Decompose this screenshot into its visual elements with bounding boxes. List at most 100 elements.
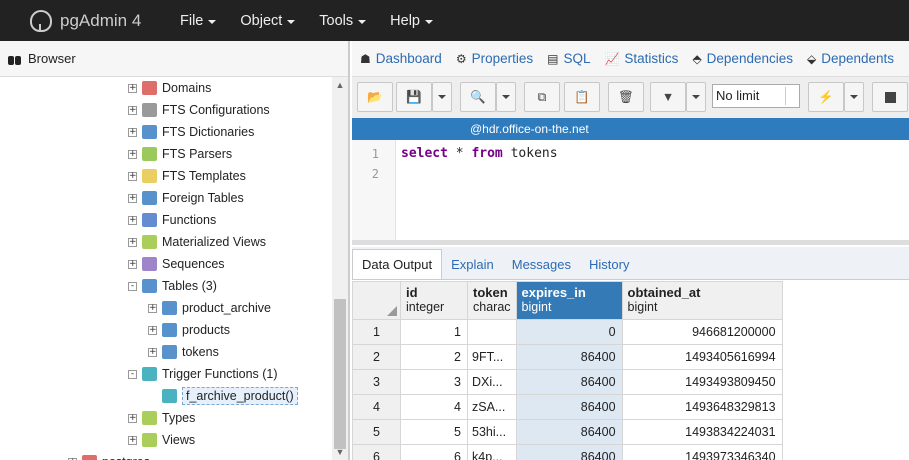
tree-node[interactable]: +postgres (68, 451, 150, 460)
row-number[interactable]: 6 (352, 444, 401, 460)
column-header-token[interactable]: token charac (467, 281, 517, 320)
tree-node[interactable]: f_archive_product() (148, 385, 298, 407)
row-number[interactable]: 1 (352, 319, 401, 345)
row-number[interactable]: 2 (352, 344, 401, 370)
cell-expires_in[interactable]: 86400 (515, 444, 623, 460)
table-row[interactable]: 6 6 k4p... 86400 1493973346340 (352, 444, 783, 460)
output-tab-history[interactable]: History (580, 249, 638, 279)
tree-node[interactable]: + tokens (148, 341, 219, 363)
scrollbar-thumb[interactable] (334, 299, 346, 449)
expand-icon[interactable]: + (128, 105, 137, 115)
cell-id[interactable]: 5 (400, 419, 468, 445)
delete-button[interactable]: 🗑 (608, 82, 644, 112)
table-row[interactable]: 1 1 0 946681200000 (352, 319, 783, 345)
app-brand[interactable]: pgAdmin 4 (30, 0, 141, 41)
sql-code-line[interactable]: select * from tokens (401, 146, 558, 161)
expand-icon[interactable]: + (128, 215, 137, 225)
open-file-button[interactable]: 📂 (357, 82, 393, 112)
tree-node[interactable]: + Foreign Tables (128, 187, 244, 209)
collapse-icon[interactable]: - (128, 281, 137, 291)
cell-id[interactable]: 1 (400, 319, 468, 345)
scroll-up-icon[interactable]: ▲ (332, 77, 348, 93)
cell-obtained_at[interactable]: 1493973346340 (621, 444, 783, 460)
execute-dropdown-button[interactable] (844, 82, 864, 112)
menu-object[interactable]: Object (228, 0, 307, 41)
tab-dashboard[interactable]: ☗ Dashboard (360, 51, 442, 66)
save-button[interactable]: 💾 (396, 82, 432, 112)
cell-id[interactable]: 6 (400, 444, 468, 460)
expand-icon[interactable]: + (128, 83, 137, 93)
cell-token[interactable]: 9FT... (467, 344, 517, 370)
expand-icon[interactable]: + (128, 435, 137, 445)
table-row[interactable]: 4 4 zSA... 86400 1493648329813 (352, 394, 783, 420)
output-tab-messages[interactable]: Messages (503, 249, 580, 279)
cell-obtained_at[interactable]: 1493405616994 (621, 344, 783, 370)
cell-expires_in[interactable]: 0 (515, 319, 623, 345)
tree-node[interactable]: + FTS Templates (128, 165, 246, 187)
expand-icon[interactable]: + (128, 127, 137, 137)
cell-expires_in[interactable]: 86400 (515, 369, 623, 395)
menu-help[interactable]: Help (378, 0, 445, 41)
cell-obtained_at[interactable]: 946681200000 (621, 319, 783, 345)
menu-tools[interactable]: Tools (307, 0, 378, 41)
cell-expires_in[interactable]: 86400 (515, 344, 623, 370)
tree-node[interactable]: - Tables (3) (128, 275, 217, 297)
tree-node[interactable]: + FTS Configurations (128, 99, 270, 121)
cell-token[interactable]: 53hi... (467, 419, 517, 445)
tree-scrollbar[interactable]: ▲ ▼ (332, 77, 348, 460)
filter-button[interactable]: ▼ (650, 82, 686, 112)
cell-expires_in[interactable]: 86400 (515, 394, 623, 420)
tree-node[interactable]: - Trigger Functions (1) (128, 363, 278, 385)
column-header-obtained_at[interactable]: obtained_at bigint (621, 281, 783, 320)
tree-node[interactable]: + Types (128, 407, 195, 429)
panel-splitter[interactable] (352, 240, 909, 245)
column-header-id[interactable]: id integer (400, 281, 468, 320)
cell-id[interactable]: 4 (400, 394, 468, 420)
table-row[interactable]: 5 5 53hi... 86400 1493834224031 (352, 419, 783, 445)
tab-properties[interactable]: ⚙ Properties (456, 51, 533, 66)
cell-obtained_at[interactable]: 1493648329813 (621, 394, 783, 420)
tree-node[interactable]: + Functions (128, 209, 216, 231)
output-tab-data-output[interactable]: Data Output (352, 249, 443, 279)
cell-expires_in[interactable]: 86400 (515, 419, 623, 445)
cell-id[interactable]: 2 (400, 344, 468, 370)
tab-statistics[interactable]: 📈 Statistics (604, 51, 678, 66)
tab-dependents[interactable]: ⬙ Dependents (807, 51, 894, 66)
menu-file[interactable]: File (168, 0, 228, 41)
tree-node[interactable]: + FTS Parsers (128, 143, 232, 165)
grid-corner[interactable] (352, 281, 401, 320)
expand-icon[interactable]: + (128, 237, 137, 247)
collapse-icon[interactable]: - (128, 369, 137, 379)
expand-icon[interactable]: + (128, 413, 137, 423)
expand-icon[interactable]: + (128, 171, 137, 181)
tree-node[interactable]: + Views (128, 429, 195, 451)
find-dropdown-button[interactable] (496, 82, 516, 112)
tree-node[interactable]: + Domains (128, 77, 211, 99)
output-tab-explain[interactable]: Explain (442, 249, 503, 279)
row-number[interactable]: 3 (352, 369, 401, 395)
copy-button[interactable]: ⧉ (524, 82, 560, 112)
expand-icon[interactable]: + (128, 149, 137, 159)
stop-button[interactable] (872, 82, 908, 112)
tree-node[interactable]: + products (148, 319, 230, 341)
sql-editor[interactable]: 1 2 select * from tokens (352, 140, 909, 240)
tab-dependencies[interactable]: ⬘ Dependencies (692, 51, 793, 66)
cell-id[interactable]: 3 (400, 369, 468, 395)
cell-token[interactable]: zSA... (467, 394, 517, 420)
row-number[interactable]: 4 (352, 394, 401, 420)
tab-sql[interactable]: ▤ SQL (547, 51, 590, 66)
row-number[interactable]: 5 (352, 419, 401, 445)
expand-icon[interactable]: + (148, 325, 157, 335)
tree-node[interactable]: + Materialized Views (128, 231, 266, 253)
scroll-down-icon[interactable]: ▼ (332, 444, 348, 460)
paste-button[interactable]: 📋 (564, 82, 600, 112)
cell-obtained_at[interactable]: 1493834224031 (621, 419, 783, 445)
expand-icon[interactable]: + (148, 303, 157, 313)
table-row[interactable]: 2 2 9FT... 86400 1493405616994 (352, 344, 783, 370)
tree-node[interactable]: + Sequences (128, 253, 225, 275)
row-limit-select[interactable]: No limit (712, 84, 800, 108)
cell-token[interactable] (467, 319, 517, 345)
tree-node[interactable]: + product_archive (148, 297, 271, 319)
cell-token[interactable]: k4p... (467, 444, 517, 460)
expand-icon[interactable]: + (128, 259, 137, 269)
